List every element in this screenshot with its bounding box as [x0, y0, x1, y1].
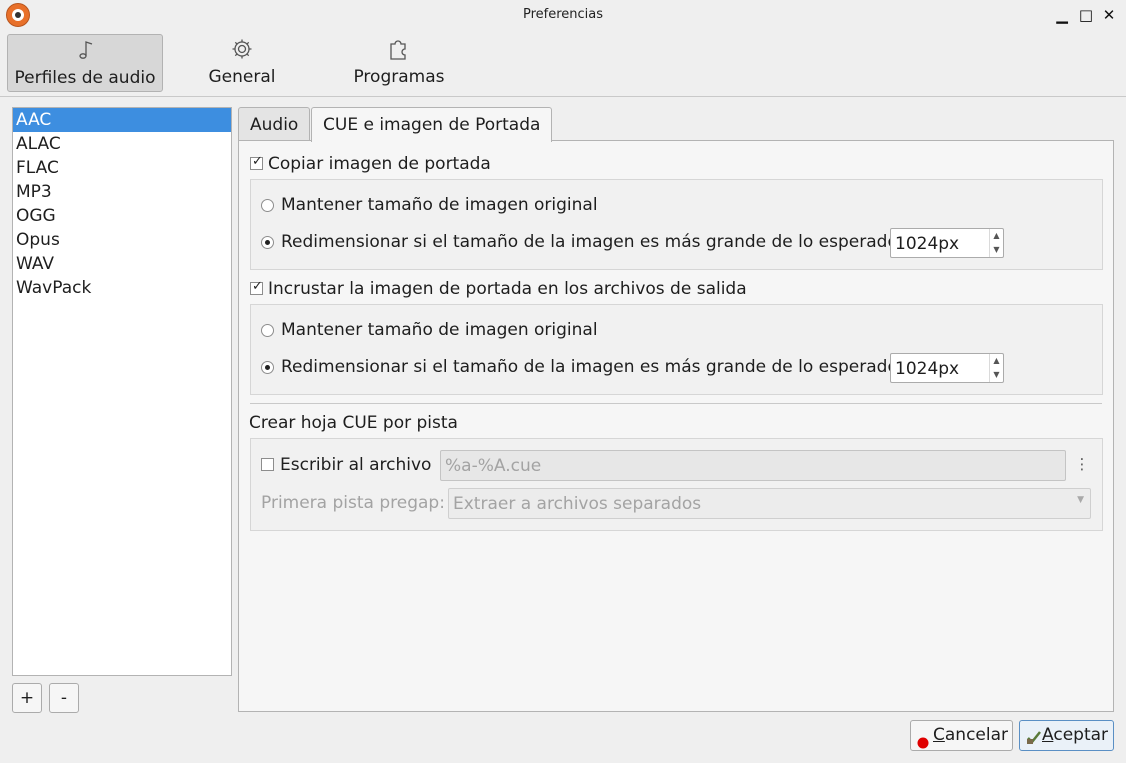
copy-resize-label: Redimensionar si el tamaño de la imagen …	[281, 232, 898, 252]
more-options-icon[interactable]: ⋮	[1074, 455, 1090, 475]
pregap-select[interactable]: Extraer a archivos separados ▼	[448, 488, 1091, 519]
copy-cover-label: Copiar imagen de portada	[268, 154, 491, 174]
cancel-mnemonic: C	[933, 725, 945, 745]
profile-item-wav[interactable]: WAV	[13, 252, 231, 276]
copy-size-value: 1024px	[895, 234, 960, 254]
accept-icon	[1026, 727, 1042, 756]
tab-cue-cover[interactable]: CUE e imagen de Portada	[311, 107, 553, 142]
category-audio-profiles[interactable]: Perfiles de audio	[7, 34, 163, 92]
write-file-checkbox[interactable]	[261, 458, 274, 471]
window-title: Preferencias	[522, 7, 604, 22]
category-label: General	[208, 67, 276, 87]
cancel-label: ancelar	[944, 725, 1009, 745]
maximize-button[interactable]: □	[1076, 5, 1096, 25]
write-file-label: Escribir al archivo	[280, 455, 432, 475]
tab-audio[interactable]: Audio	[238, 107, 311, 141]
accept-mnemonic: A	[1042, 725, 1054, 745]
embed-resize-label: Redimensionar si el tamaño de la imagen …	[281, 357, 898, 377]
category-label: Perfiles de audio	[14, 68, 156, 88]
embed-cover-checkbox[interactable]	[250, 279, 263, 295]
embed-cover-label: Incrustar la imagen de portada en los ar…	[268, 279, 747, 299]
profile-item-mp3[interactable]: MP3	[13, 180, 231, 204]
cue-pattern-input[interactable]: %a-%A.cue	[440, 450, 1066, 481]
pregap-label: Primera pista pregap:	[261, 493, 445, 513]
section-divider	[250, 403, 1102, 404]
copy-keep-size-label: Mantener tamaño de imagen original	[281, 195, 598, 215]
copy-keep-size-radio[interactable]	[261, 199, 274, 212]
copy-cover-checkbox[interactable]	[250, 154, 263, 170]
embed-resize-radio[interactable]	[261, 361, 274, 374]
toolbar-divider	[0, 96, 1126, 97]
pregap-value: Extraer a archivos separados	[453, 494, 702, 514]
close-button[interactable]: ✕	[1099, 5, 1119, 25]
profile-item-alac[interactable]: ALAC	[13, 132, 231, 156]
copy-resize-radio[interactable]	[261, 236, 274, 249]
music-note-icon	[8, 39, 162, 61]
profile-list[interactable]: AAC ALAC FLAC MP3 OGG Opus WAV WavPack	[12, 107, 232, 676]
spin-arrows-icon[interactable]: ▲ ▼	[989, 354, 1003, 382]
accept-label: ceptar	[1053, 725, 1109, 745]
add-profile-button[interactable]: +	[12, 683, 42, 713]
gear-icon	[190, 38, 294, 60]
chevron-down-icon: ▼	[1077, 495, 1084, 505]
category-programs[interactable]: Programas	[340, 34, 458, 92]
cancel-icon	[917, 730, 929, 759]
spin-arrows-icon[interactable]: ▲ ▼	[989, 229, 1003, 257]
accept-button[interactable]: Aceptar	[1019, 720, 1114, 751]
category-label: Programas	[353, 67, 445, 87]
category-general[interactable]: General	[190, 34, 294, 92]
profile-item-ogg[interactable]: OGG	[13, 204, 231, 228]
cue-section-title: Crear hoja CUE por pista	[249, 413, 458, 433]
embed-keep-size-radio[interactable]	[261, 324, 274, 337]
copy-size-spinbox[interactable]: 1024px ▲ ▼	[890, 228, 1004, 258]
remove-profile-button[interactable]: -	[49, 683, 79, 713]
cue-pattern-value: %a-%A.cue	[445, 456, 542, 476]
profile-item-wavpack[interactable]: WavPack	[13, 276, 231, 300]
embed-keep-size-label: Mantener tamaño de imagen original	[281, 320, 598, 340]
profile-item-opus[interactable]: Opus	[13, 228, 231, 252]
embed-size-value: 1024px	[895, 359, 960, 379]
profile-item-aac[interactable]: AAC	[13, 108, 231, 132]
minimize-button[interactable]: ▁	[1052, 5, 1072, 25]
cancel-button[interactable]: Cancelar	[910, 720, 1013, 751]
puzzle-icon	[340, 38, 458, 60]
profile-item-flac[interactable]: FLAC	[13, 156, 231, 180]
embed-size-spinbox[interactable]: 1024px ▲ ▼	[890, 353, 1004, 383]
